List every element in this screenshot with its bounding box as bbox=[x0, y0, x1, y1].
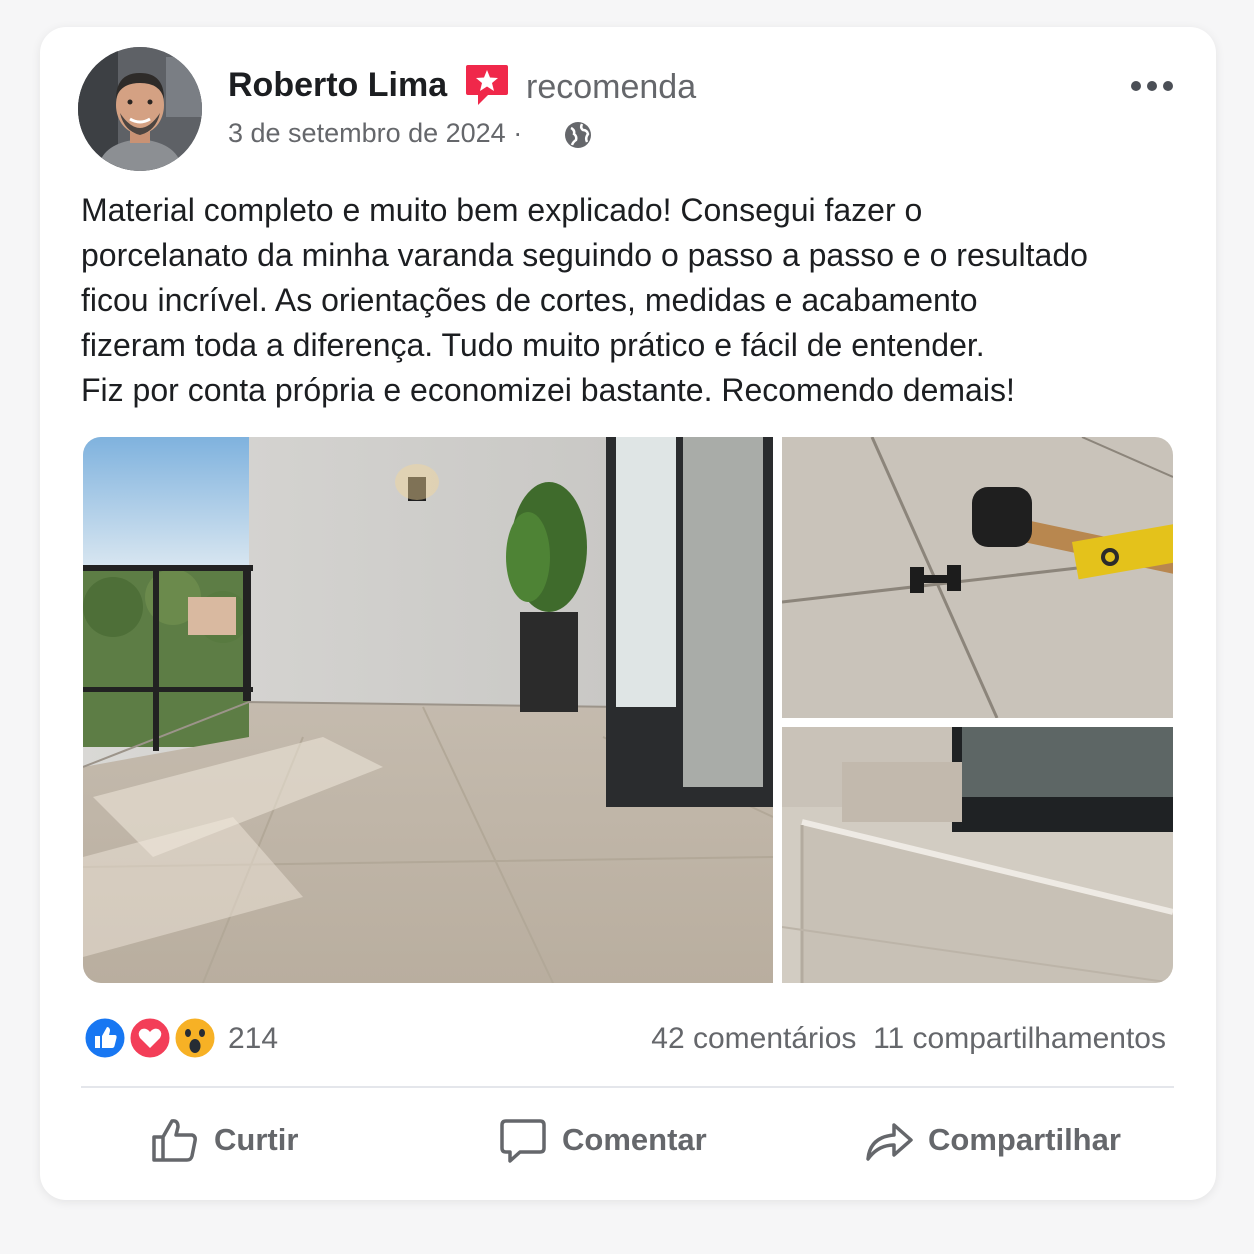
post-text-line: porcelanato da minha varanda seguindo o … bbox=[81, 237, 1088, 273]
post-text-line: ficou incrível. As orientações de cortes… bbox=[81, 282, 978, 318]
globe-icon bbox=[565, 122, 591, 148]
love-icon bbox=[127, 1015, 173, 1061]
post-date[interactable]: 3 de setembro de 2024 · bbox=[228, 118, 522, 149]
reaction-count[interactable]: 214 bbox=[228, 1022, 278, 1056]
like-label: Curtir bbox=[214, 1122, 299, 1157]
like-icon bbox=[82, 1015, 128, 1061]
more-options-icon[interactable] bbox=[1128, 74, 1176, 98]
shares-count[interactable]: 11 compartilhamentos bbox=[873, 1022, 1166, 1055]
wow-icon bbox=[172, 1015, 218, 1061]
photo-tiles-tools[interactable] bbox=[782, 437, 1173, 718]
author-name[interactable]: Roberto Lima bbox=[228, 66, 447, 105]
like-button[interactable]: Curtir bbox=[150, 1110, 298, 1170]
comments-count[interactable]: 42 comentários bbox=[651, 1022, 856, 1055]
recommend-label: recomenda bbox=[526, 68, 697, 106]
comment-label: Comentar bbox=[562, 1122, 707, 1157]
share-label: Compartilhar bbox=[928, 1122, 1121, 1157]
reactions-summary[interactable] bbox=[82, 1015, 222, 1063]
share-button[interactable]: Compartilhar bbox=[864, 1110, 1121, 1170]
avatar[interactable] bbox=[78, 47, 202, 171]
thumbs-up-icon bbox=[152, 1119, 197, 1162]
post-text-line: fizeram toda a diferença. Tudo muito prá… bbox=[81, 327, 985, 363]
comment-button[interactable]: Comentar bbox=[498, 1110, 707, 1170]
recommend-icon bbox=[466, 65, 508, 105]
engagement-stats: 42 comentários 11 compartilhamentos bbox=[651, 1022, 1166, 1056]
share-icon bbox=[866, 1123, 913, 1161]
post-text-line: Fiz por conta própria e economizei basta… bbox=[81, 372, 1015, 408]
photo-skirting-detail[interactable] bbox=[782, 727, 1173, 983]
divider bbox=[81, 1086, 1174, 1088]
photo-balcony[interactable] bbox=[83, 437, 773, 983]
post-text-line: Material completo e muito bem explicado!… bbox=[81, 192, 923, 228]
post-text: Material completo e muito bem explicado!… bbox=[81, 188, 1181, 413]
comment-icon bbox=[500, 1119, 546, 1163]
